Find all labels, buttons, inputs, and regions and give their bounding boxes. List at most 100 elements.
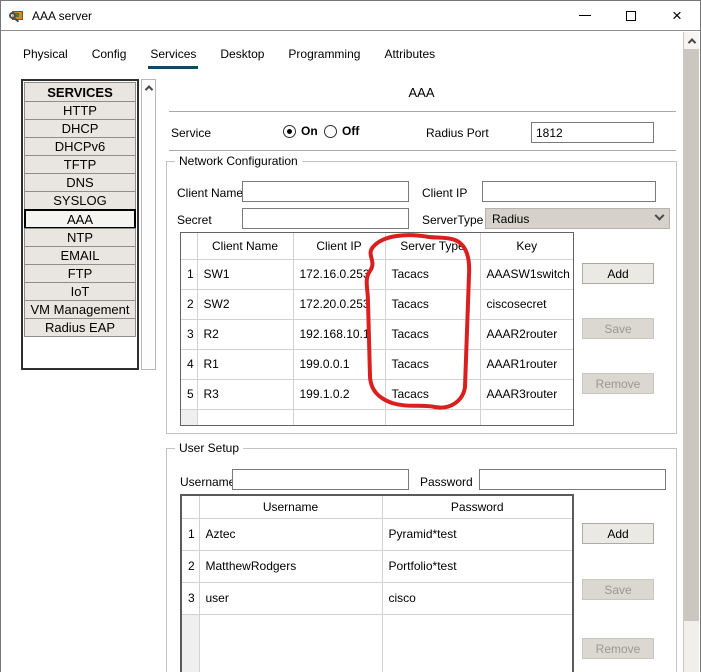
table-row[interactable]: 1 SW1 172.16.0.253 Tacacs AAASW1switch bbox=[181, 258, 573, 290]
minimize-button[interactable] bbox=[562, 1, 608, 30]
cell-password: cisco bbox=[381, 581, 572, 615]
tab-attributes[interactable]: Attributes bbox=[382, 45, 437, 69]
service-row: Service On Off Radius Port bbox=[171, 122, 676, 145]
sidebar-item-iot[interactable]: IoT bbox=[24, 282, 136, 301]
server-type-dropdown[interactable]: Radius bbox=[485, 208, 670, 229]
network-add-button[interactable]: Add bbox=[582, 263, 654, 284]
vertical-scrollbar[interactable] bbox=[683, 32, 699, 672]
col-password: Password bbox=[381, 496, 572, 519]
user-save-button[interactable]: Save bbox=[582, 579, 654, 600]
radio-on-icon bbox=[283, 124, 296, 138]
network-remove-button[interactable]: Remove bbox=[582, 373, 654, 394]
service-label: Service bbox=[171, 126, 212, 140]
service-off-label: Off bbox=[342, 124, 360, 138]
cell-password: Pyramid*test bbox=[381, 517, 572, 551]
sidebar-item-http[interactable]: HTTP bbox=[24, 101, 136, 120]
sidebar-item-dhcp[interactable]: DHCP bbox=[24, 119, 136, 138]
table-row[interactable]: 5 R3 199.1.0.2 Tacacs AAAR3router bbox=[181, 378, 573, 410]
client-ip-input[interactable] bbox=[482, 181, 656, 202]
cell-username: Aztec bbox=[198, 517, 383, 551]
sidebar-header-services: SERVICES bbox=[24, 82, 136, 102]
close-button[interactable]: × bbox=[654, 1, 700, 30]
tab-desktop[interactable]: Desktop bbox=[218, 45, 266, 69]
maximize-button[interactable] bbox=[608, 1, 654, 30]
col-username: Username bbox=[198, 496, 383, 519]
server-type-value: Radius bbox=[492, 211, 530, 226]
user-add-button[interactable]: Add bbox=[582, 523, 654, 544]
cell-client-ip: 192.168.10.1 bbox=[292, 318, 386, 350]
chevron-up-icon bbox=[687, 37, 696, 47]
table-row[interactable]: 2 SW2 172.20.0.253 Tacacs ciscosecret bbox=[181, 288, 573, 320]
table-row[interactable]: 3 R2 192.168.10.1 Tacacs AAAR2router bbox=[181, 318, 573, 350]
services-sidebar: SERVICES HTTP DHCP DHCPv6 TFTP DNS SYSLO… bbox=[21, 79, 139, 370]
sidebar-scrollbar[interactable] bbox=[141, 79, 156, 370]
secret-label: Secret bbox=[177, 213, 212, 227]
network-save-button[interactable]: Save bbox=[582, 318, 654, 339]
service-off-radio[interactable]: Off bbox=[324, 124, 359, 138]
titlebar: AAA server × bbox=[1, 1, 700, 31]
tab-physical[interactable]: Physical bbox=[21, 45, 70, 69]
row-number: 4 bbox=[181, 348, 198, 380]
chevron-up-icon bbox=[144, 84, 153, 94]
row-number: 3 bbox=[181, 318, 198, 350]
sidebar-item-syslog[interactable]: SYSLOG bbox=[24, 191, 136, 210]
tab-programming[interactable]: Programming bbox=[286, 45, 362, 69]
sidebar-item-radius-eap[interactable]: Radius EAP bbox=[24, 318, 136, 337]
divider bbox=[169, 111, 676, 112]
username-input[interactable] bbox=[232, 469, 409, 490]
cell-key: AAAR1router bbox=[479, 348, 573, 380]
sidebar-item-email[interactable]: EMAIL bbox=[24, 246, 136, 265]
users-table: Username Password 1 Aztec Pyramid*test 2… bbox=[180, 494, 574, 672]
minimize-icon bbox=[579, 15, 591, 16]
cell-client-name: SW1 bbox=[196, 258, 294, 290]
sidebar-item-dhcpv6[interactable]: DHCPv6 bbox=[24, 137, 136, 156]
sidebar-item-tftp[interactable]: TFTP bbox=[24, 155, 136, 174]
client-ip-label: Client IP bbox=[422, 186, 468, 200]
cell-client-ip: 199.0.0.1 bbox=[292, 348, 386, 380]
sidebar-item-aaa[interactable]: AAA bbox=[24, 209, 136, 229]
col-key: Key bbox=[479, 233, 573, 260]
service-on-radio[interactable]: On bbox=[283, 124, 318, 138]
page-title: AAA bbox=[408, 85, 435, 100]
sidebar-item-vm-management[interactable]: VM Management bbox=[24, 300, 136, 319]
cell-client-ip: 172.20.0.253 bbox=[292, 288, 386, 320]
cell-username: user bbox=[198, 581, 383, 615]
user-remove-button[interactable]: Remove bbox=[582, 638, 654, 659]
sidebar-item-dns[interactable]: DNS bbox=[24, 173, 136, 192]
cell-client-name: R1 bbox=[196, 348, 294, 380]
tab-services[interactable]: Services bbox=[148, 45, 199, 69]
cell-key: AAAR2router bbox=[479, 318, 573, 350]
scroll-up-button[interactable] bbox=[684, 32, 699, 49]
sidebar-item-ftp[interactable]: FTP bbox=[24, 264, 136, 283]
aaa-server-window: AAA server × Physical Config Services De… bbox=[0, 0, 701, 672]
row-number: 2 bbox=[182, 549, 200, 583]
client-name-input[interactable] bbox=[242, 181, 409, 202]
password-input[interactable] bbox=[479, 469, 666, 490]
cell-server-type: Tacacs bbox=[384, 318, 481, 350]
sidebar-scroll-up-button[interactable] bbox=[142, 80, 155, 95]
cell-password: Portfolio*test bbox=[381, 549, 572, 583]
server-type-label: ServerType bbox=[422, 213, 484, 227]
user-setup-group: User Setup Username Password Username Pa… bbox=[166, 441, 677, 672]
cell-server-type: Tacacs bbox=[384, 288, 481, 320]
col-client-name: Client Name bbox=[196, 233, 294, 260]
network-configuration-title: Network Configuration bbox=[175, 154, 302, 168]
cell-key: ciscosecret bbox=[479, 288, 573, 320]
maximize-icon bbox=[626, 10, 636, 21]
tab-config[interactable]: Config bbox=[90, 45, 129, 69]
sidebar-item-ntp[interactable]: NTP bbox=[24, 228, 136, 247]
window-title: AAA server bbox=[32, 8, 93, 23]
clients-table: Client Name Client IP Server Type Key 1 … bbox=[180, 232, 574, 426]
radius-port-input[interactable] bbox=[531, 122, 654, 143]
scrollbar-thumb[interactable] bbox=[684, 49, 699, 621]
table-row[interactable]: 4 R1 199.0.0.1 Tacacs AAAR1router bbox=[181, 348, 573, 380]
cell-server-type: Tacacs bbox=[384, 258, 481, 290]
corner-header bbox=[181, 233, 198, 260]
secret-input[interactable] bbox=[242, 208, 409, 229]
table-row[interactable]: 3 user cisco bbox=[182, 581, 572, 615]
cell-server-type: Tacacs bbox=[384, 378, 481, 410]
row-number: 2 bbox=[181, 288, 198, 320]
table-row[interactable]: 2 MatthewRodgers Portfolio*test bbox=[182, 549, 572, 583]
service-on-label: On bbox=[301, 124, 318, 138]
table-row[interactable]: 1 Aztec Pyramid*test bbox=[182, 517, 572, 551]
